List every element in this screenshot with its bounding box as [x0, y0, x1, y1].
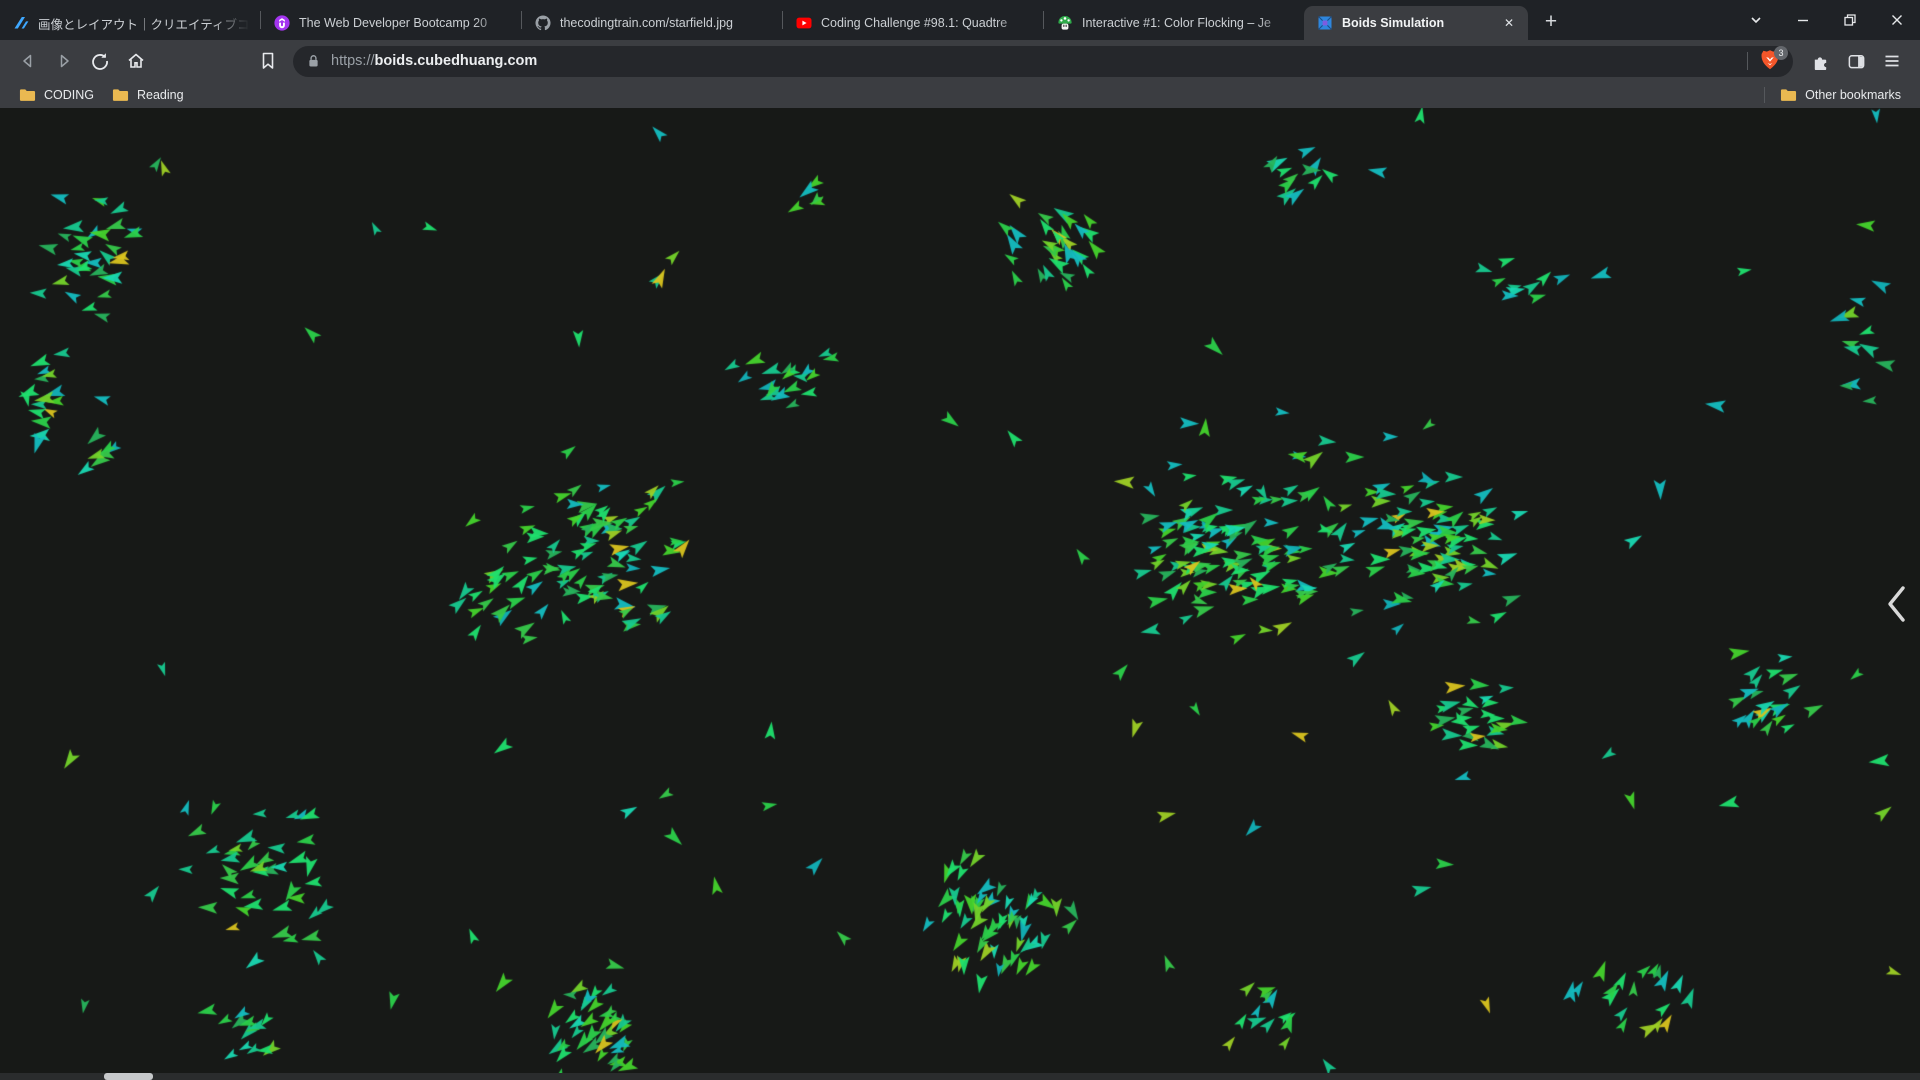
youtube-icon [796, 15, 812, 31]
tab-udemy[interactable]: The Web Developer Bootcamp 20 [261, 6, 521, 40]
folder-icon [112, 89, 129, 101]
sidebar-panel-icon [1848, 54, 1864, 68]
menu-button[interactable] [1874, 43, 1910, 79]
bookmarks-divider [1764, 87, 1766, 103]
extensions-button[interactable] [1802, 43, 1838, 79]
folder-icon [19, 89, 36, 101]
tab-title: Boids Simulation [1342, 16, 1445, 30]
back-icon [23, 54, 32, 68]
address-bar[interactable]: https://boids.cubedhuang.com 3 [293, 45, 1793, 77]
reload-icon [92, 53, 108, 70]
bookmark-page-button[interactable] [250, 43, 286, 79]
bookmarks-bar: CODING Reading Other bookmarks [0, 82, 1920, 108]
forward-button[interactable] [46, 43, 82, 79]
boids-canvas[interactable] [0, 108, 1920, 1080]
restore-icon [1843, 14, 1856, 26]
forward-icon [60, 54, 69, 68]
restore-button[interactable] [1826, 0, 1873, 40]
puzzle-icon [1814, 56, 1826, 70]
tab-title: Interactive #1: Color Flocking – Je [1082, 16, 1271, 30]
udemy-icon [274, 15, 290, 31]
url-scheme: https:// [331, 53, 375, 69]
back-button[interactable] [10, 43, 46, 79]
browser-window: 画像とレイアウト｜クリエイティブコーデ The Web Developer Bo… [0, 0, 1920, 1080]
tab-title: Coding Challenge #98.1: Quadtre [821, 16, 1008, 30]
shield-badge: 3 [1774, 46, 1788, 60]
tab-boids-simulation-active[interactable]: Boids Simulation ✕ [1304, 6, 1528, 40]
minimize-icon [1797, 19, 1808, 22]
tab-search-button[interactable] [1732, 0, 1779, 40]
hamburger-menu-icon [1885, 55, 1899, 67]
settings-panel-toggle[interactable] [1885, 584, 1907, 624]
page-content [0, 108, 1920, 1080]
other-bookmarks-label: Other bookmarks [1805, 88, 1901, 102]
other-bookmarks-button[interactable]: Other bookmarks [1771, 86, 1910, 104]
zenn-icon [13, 15, 29, 31]
mushroom-icon [1057, 15, 1073, 31]
bookmark-flag-icon [262, 52, 274, 69]
tab-title: thecodingtrain.com/starfield.jpg [560, 16, 734, 30]
bookmark-folder-reading[interactable]: Reading [103, 86, 193, 104]
github-icon [535, 15, 551, 31]
folder-icon [1781, 89, 1797, 101]
close-icon [1891, 15, 1902, 25]
close-window-button[interactable] [1873, 0, 1920, 40]
window-controls [1732, 0, 1920, 40]
new-tab-button[interactable]: + [1537, 8, 1565, 36]
address-bar-divider [1747, 52, 1748, 70]
tab-title: 画像とレイアウト｜クリエイティブコーデ [38, 17, 250, 32]
navigation-toolbar: https://boids.cubedhuang.com 3 [0, 40, 1920, 82]
home-icon [128, 53, 144, 68]
chevron-down-icon [1750, 17, 1761, 24]
tab-color-flocking[interactable]: Interactive #1: Color Flocking – Je [1044, 6, 1304, 40]
scrollbar-thumb[interactable] [104, 1073, 153, 1080]
tab-zenn[interactable]: 画像とレイアウト｜クリエイティブコーデ [0, 6, 260, 40]
tab-youtube[interactable]: Coding Challenge #98.1: Quadtre [783, 6, 1043, 40]
cube-icon [1317, 15, 1333, 31]
lock-icon[interactable] [306, 53, 322, 69]
bookmark-label: Reading [137, 88, 184, 102]
chevron-left-icon [1888, 586, 1905, 622]
horizontal-scrollbar[interactable] [0, 1073, 1920, 1080]
tab-github[interactable]: thecodingtrain.com/starfield.jpg [522, 6, 782, 40]
sidebar-button[interactable] [1838, 43, 1874, 79]
bookmark-label: CODING [44, 88, 94, 102]
url-text[interactable]: https://boids.cubedhuang.com [331, 53, 1739, 69]
tab-strip: 画像とレイアウト｜クリエイティブコーデ The Web Developer Bo… [0, 0, 1920, 40]
tab-close-button[interactable]: ✕ [1500, 14, 1518, 32]
bookmark-folder-coding[interactable]: CODING [10, 86, 103, 104]
brave-shield-button[interactable]: 3 [1759, 46, 1788, 73]
reload-button[interactable] [82, 43, 118, 79]
url-domain: boids.cubedhuang.com [374, 53, 538, 69]
tab-title: The Web Developer Bootcamp 20 [299, 16, 488, 30]
minimize-button[interactable] [1779, 0, 1826, 40]
home-button[interactable] [118, 43, 154, 79]
